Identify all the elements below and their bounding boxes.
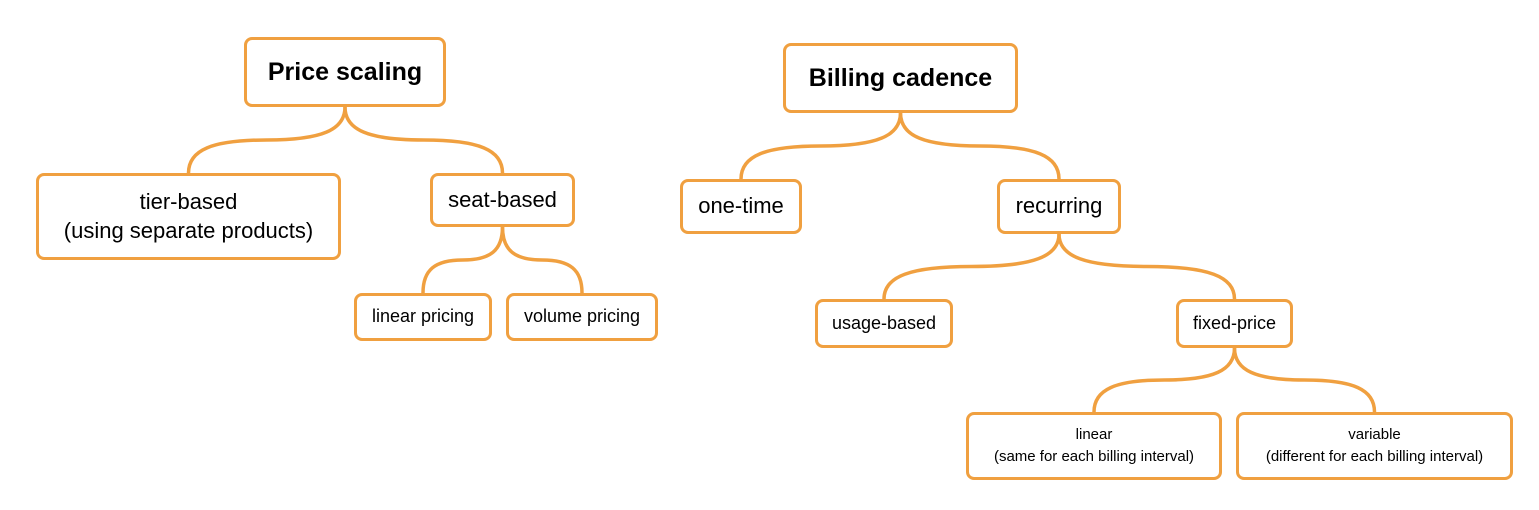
connector-recurring-to-usage-based: [882, 232, 1061, 301]
node-label: recurring: [1015, 193, 1103, 219]
connector-billing-cadence-to-one-time: [739, 111, 903, 181]
node-linear: linear (same for each billing interval): [966, 412, 1222, 480]
connector-price-scaling-to-tier-based: [186, 105, 347, 175]
node-label: seat-based: [448, 186, 557, 212]
node-label: Price scaling: [267, 57, 423, 86]
node-label: variable: [1348, 426, 1401, 444]
node-fixed-price: fixed-price: [1176, 299, 1293, 348]
node-sublabel: (same for each billing interval): [993, 448, 1195, 465]
connector-seat-based-to-volume-pricing: [500, 225, 584, 295]
node-sublabel: (using separate products): [63, 217, 314, 243]
node-billing-cadence: Billing cadence: [783, 43, 1018, 113]
node-label: Billing cadence: [808, 63, 993, 92]
node-seat-based: seat-based: [430, 173, 575, 227]
node-label: tier-based: [139, 188, 238, 214]
node-linear-pricing: linear pricing: [354, 293, 492, 341]
connector-recurring-to-fixed-price: [1057, 232, 1237, 301]
node-label: usage-based: [831, 312, 937, 333]
connector-fixed-price-to-linear: [1092, 346, 1237, 414]
node-label: volume pricing: [523, 306, 641, 327]
node-tier-based: tier-based (using separate products): [36, 173, 341, 260]
connector-seat-based-to-linear-pricing: [421, 225, 505, 295]
node-label: linear: [1075, 426, 1113, 444]
node-sublabel: (different for each billing interval): [1265, 448, 1484, 465]
node-usage-based: usage-based: [815, 299, 953, 348]
connector-price-scaling-to-seat-based: [343, 105, 505, 175]
node-recurring: recurring: [997, 179, 1121, 234]
node-label: fixed-price: [1192, 312, 1277, 333]
node-label: linear pricing: [371, 306, 475, 327]
node-volume-pricing: volume pricing: [506, 293, 658, 341]
node-one-time: one-time: [680, 179, 802, 234]
node-label: one-time: [698, 193, 784, 219]
connector-billing-cadence-to-recurring: [898, 111, 1061, 181]
node-variable: variable (different for each billing int…: [1236, 412, 1513, 480]
connector-fixed-price-to-variable: [1232, 346, 1377, 414]
node-price-scaling: Price scaling: [244, 37, 446, 107]
